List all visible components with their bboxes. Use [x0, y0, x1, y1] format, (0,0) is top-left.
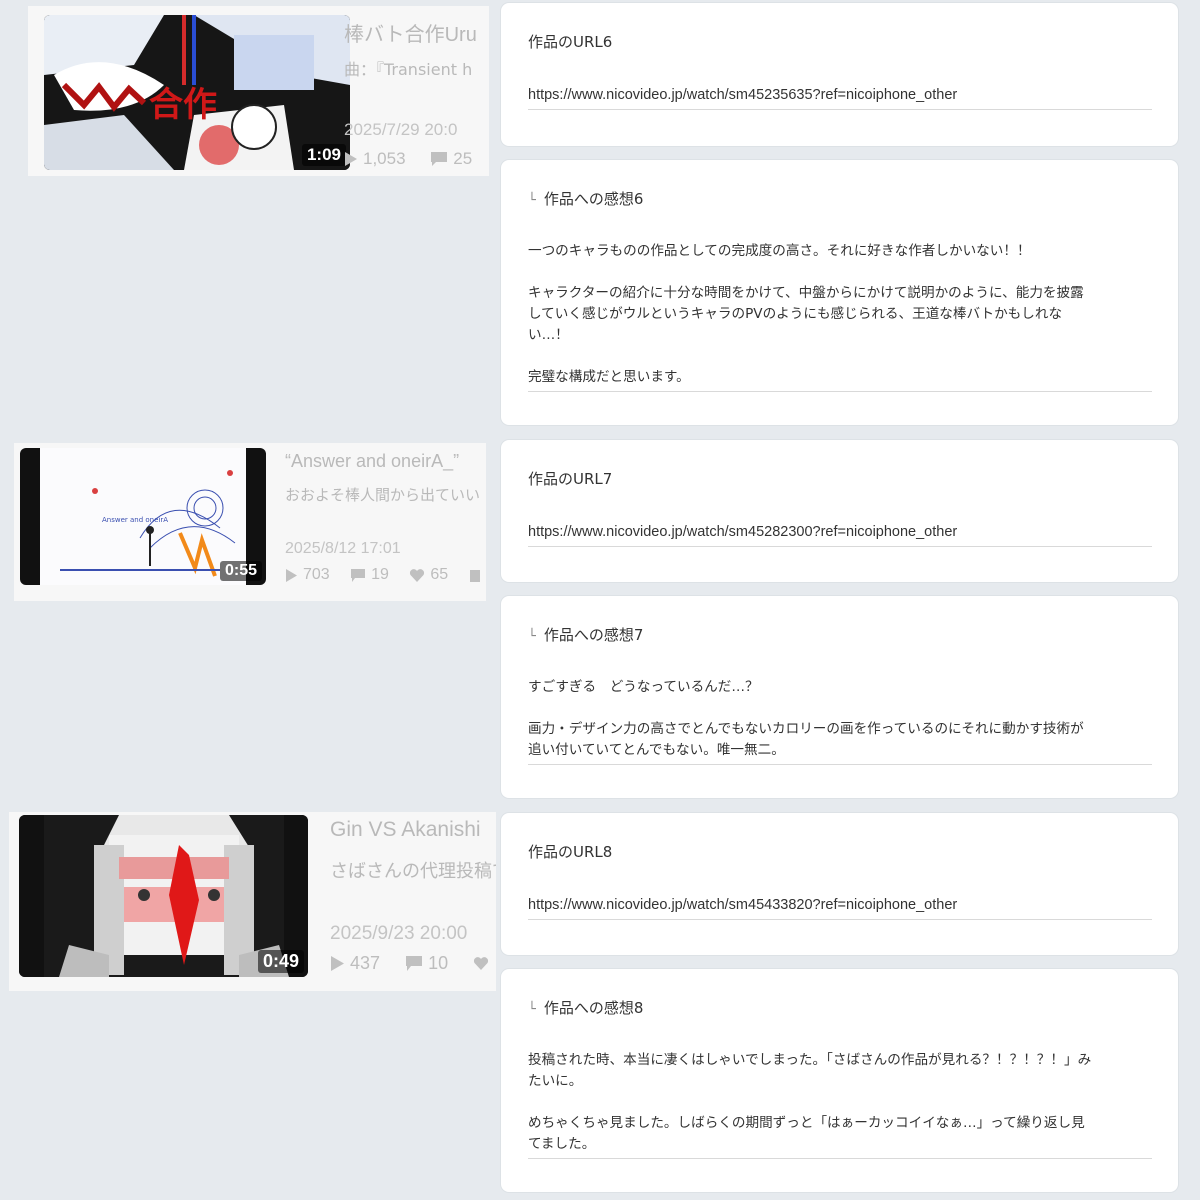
comment-icon: [351, 568, 366, 582]
view-count: 1,053: [344, 149, 406, 169]
video-thumbnail[interactable]: 合作 1:09: [44, 15, 350, 170]
sub-item-marker: └: [528, 1002, 536, 1017]
video-title[interactable]: 棒バト合作Uru: [344, 18, 489, 47]
comment-count: 19: [350, 566, 389, 584]
url-label: 作品のURL8: [528, 843, 613, 861]
video-thumbnail[interactable]: 0:49: [19, 815, 308, 977]
video-date: 2025/9/23 20:00: [330, 923, 468, 944]
comment-icon: [431, 152, 448, 166]
impression-field[interactable]: 一つのキャラものの作品としての完成度の高さ。それに好きな作者しかいない！！ キャ…: [528, 241, 1152, 392]
url-card-6: 作品のURL6 https://www.nicovideo.jp/watch/s…: [501, 3, 1178, 146]
view-count: 703: [285, 566, 330, 584]
impression-card-8: └ 作品への感想8 投稿された時、本当に凄くはしゃいでしまった。「さばさんの作品が…: [501, 969, 1178, 1192]
url-field[interactable]: https://www.nicovideo.jp/watch/sm4528230…: [528, 522, 1152, 547]
impression-label: └ 作品への感想7: [528, 624, 643, 645]
comment-count: 10: [405, 953, 448, 974]
sub-item-marker: └: [528, 629, 536, 644]
video-duration: 0:55: [219, 561, 262, 581]
mylist-icon: [469, 568, 486, 583]
video-duration: 0:49: [257, 950, 304, 973]
like-count: [473, 955, 494, 972]
sub-item-marker: └: [528, 193, 536, 208]
like-count: 65: [409, 566, 448, 584]
heart-icon: [410, 568, 425, 582]
impression-field[interactable]: 投稿された時、本当に凄くはしゃいでしまった。「さばさんの作品が見れる？！？！？！…: [528, 1050, 1152, 1159]
comment-count: 25: [430, 149, 472, 169]
video-description: 曲：『Transient h: [344, 60, 473, 79]
url-label: 作品のURL6: [528, 33, 613, 51]
video-stats: 1,053 25: [344, 149, 489, 172]
impression-label: └ 作品への感想6: [528, 188, 643, 209]
thumbnail-overlay-text: Answer and oneirA: [102, 516, 169, 524]
impression-label-text: 作品への感想8: [543, 999, 644, 1017]
impression-field[interactable]: すごすぎる どうなっているんだ…？ 画力・デザイン力の高さでとんでもないカロリー…: [528, 677, 1152, 765]
url-label: 作品のURL7: [528, 470, 613, 488]
view-count: 437: [330, 953, 380, 974]
video-title[interactable]: “Answer and oneirA_”: [285, 451, 486, 472]
play-icon: [345, 152, 357, 166]
video-card-3[interactable]: 0:49 Gin VS Akanishi さばさんの代理投稿で 2025/9/2…: [9, 812, 496, 991]
url-field[interactable]: https://www.nicovideo.jp/watch/sm4523563…: [528, 85, 1152, 110]
video-description: おおよそ棒人間から出ていい: [285, 486, 481, 504]
video-thumbnail[interactable]: Answer and oneirA 0:55: [20, 448, 266, 585]
thumbnail-overlay-text: 合作: [149, 85, 217, 125]
comment-icon: [406, 956, 423, 971]
video-card-1[interactable]: 合作 1:09 棒バト合作Uru 曲：『Transient h 2025/7/2…: [28, 6, 489, 176]
url-card-8: 作品のURL8 https://www.nicovideo.jp/watch/s…: [501, 813, 1178, 955]
video-stats: 703 19 65: [285, 566, 486, 588]
video-stats: 437 10: [330, 953, 496, 977]
video-card-2[interactable]: Answer and oneirA 0:55 “Answer and oneir…: [14, 443, 486, 601]
url-card-7: 作品のURL7 https://www.nicovideo.jp/watch/s…: [501, 440, 1178, 582]
impression-label-text: 作品への感想6: [543, 190, 644, 208]
heart-icon: [474, 957, 489, 970]
video-date: 2025/7/29 20:0: [344, 120, 458, 139]
url-field[interactable]: https://www.nicovideo.jp/watch/sm4543382…: [528, 895, 1152, 920]
impression-card-6: └ 作品への感想6 一つのキャラものの作品としての完成度の高さ。それに好きな作者し…: [501, 160, 1178, 425]
play-icon: [286, 568, 297, 582]
video-description: さばさんの代理投稿で: [330, 861, 496, 882]
video-duration: 1:09: [301, 144, 346, 166]
impression-card-7: └ 作品への感想7 すごすぎる どうなっているんだ…？ 画力・デザイン力の高さでと…: [501, 596, 1178, 798]
play-icon: [331, 956, 344, 971]
impression-label: └ 作品への感想8: [528, 997, 643, 1018]
video-date: 2025/8/12 17:01: [285, 540, 401, 557]
video-title[interactable]: Gin VS Akanishi: [330, 818, 496, 842]
impression-label-text: 作品への感想7: [543, 626, 644, 644]
